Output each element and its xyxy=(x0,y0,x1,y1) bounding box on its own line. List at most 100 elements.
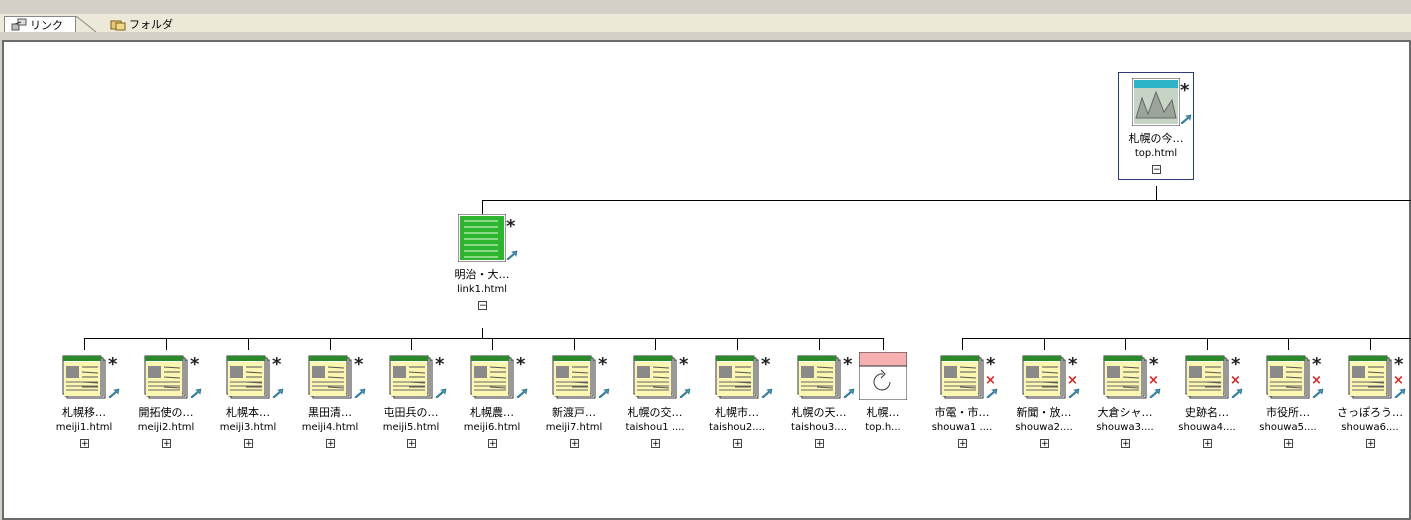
page-thumbnail-icon xyxy=(144,355,188,399)
link-arrow-icon xyxy=(1068,388,1080,398)
page-thumbnail-icon xyxy=(308,355,352,399)
expand-toggle[interactable]: + xyxy=(1366,439,1375,449)
page-thumbnail xyxy=(938,352,986,404)
connector-line xyxy=(962,338,963,350)
page-filename: shouwa3.... xyxy=(1096,422,1154,433)
page-thumbnail-icon xyxy=(1131,77,1181,127)
page-title: 札幌移… xyxy=(62,406,106,419)
modified-star-icon: * xyxy=(1312,354,1322,375)
child-page-node[interactable]: * × さっぽろう… shouwa6.... + xyxy=(1330,352,1410,456)
modified-star-icon: * xyxy=(986,354,996,375)
tab-folder[interactable]: フォルダ xyxy=(104,16,190,32)
page-filename: taishou2.... xyxy=(709,422,765,433)
expand-toggle[interactable]: + xyxy=(244,439,253,449)
section-page-node[interactable]: * 明治・大… link1.html − xyxy=(442,213,522,318)
connector-line xyxy=(482,328,483,338)
link-arrow-icon xyxy=(598,388,610,398)
child-page-node[interactable]: * × 大倉シャ… shouwa3.... + xyxy=(1085,352,1165,456)
connector-line xyxy=(1044,338,1045,350)
link-arrow-icon xyxy=(1231,388,1243,398)
page-title: 黒田清… xyxy=(308,406,352,419)
page-thumbnail xyxy=(858,351,908,404)
page-thumbnail xyxy=(550,352,598,404)
page-filename: top.h... xyxy=(865,422,901,433)
page-title: 新渡戸… xyxy=(552,406,596,419)
page-thumbnail xyxy=(457,213,507,266)
link-arrow-icon xyxy=(1394,388,1406,398)
connector-line xyxy=(819,338,820,350)
expand-toggle[interactable]: + xyxy=(733,439,742,449)
connector-line xyxy=(248,338,249,350)
child-page-node[interactable]: * × 市役所… shouwa5.... + xyxy=(1248,352,1328,456)
collapse-toggle[interactable]: − xyxy=(1152,165,1161,175)
child-page-node[interactable]: * × 市電・市… shouwa1 .... + xyxy=(922,352,1002,456)
link-arrow-icon xyxy=(190,388,202,398)
child-page-node[interactable]: * 札幌農… meiji6.html + xyxy=(452,352,532,456)
page-filename: meiji7.html xyxy=(545,422,603,433)
page-title: 開拓使の… xyxy=(138,406,194,419)
child-page-node[interactable]: * 屯田兵の… meiji5.html + xyxy=(371,352,451,456)
page-thumbnail xyxy=(60,352,108,404)
page-filename: meiji5.html xyxy=(382,422,440,433)
page-thumbnail-icon xyxy=(1103,355,1147,399)
page-thumbnail-icon xyxy=(552,355,596,399)
collapse-toggle[interactable]: − xyxy=(478,301,487,311)
modified-star-icon: * xyxy=(506,216,516,237)
child-page-node[interactable]: * 札幌移… meiji1.html + xyxy=(44,352,124,456)
link-arrow-icon xyxy=(435,388,447,398)
connector-line xyxy=(482,200,483,214)
connector-line xyxy=(330,338,331,350)
expand-toggle[interactable]: + xyxy=(1121,439,1130,449)
expand-toggle[interactable]: + xyxy=(326,439,335,449)
page-filename: shouwa4.... xyxy=(1178,422,1236,433)
expand-toggle[interactable]: + xyxy=(1203,439,1212,449)
link-icon xyxy=(11,18,27,31)
expand-toggle[interactable]: + xyxy=(570,439,579,449)
child-page-node[interactable]: * 新渡戸… meiji7.html + xyxy=(534,352,614,456)
expand-toggle[interactable]: + xyxy=(958,439,967,449)
site-map-canvas[interactable]: * 札幌の今… top.html − * 明治・大… link1.html − * 札幌移… mei… xyxy=(2,40,1411,520)
expand-toggle[interactable]: + xyxy=(80,439,89,449)
child-page-node[interactable]: * 黒田清… meiji4.html + xyxy=(290,352,370,456)
root-page-node[interactable]: * 札幌の今… top.html − xyxy=(1116,77,1196,182)
page-title: 大倉シャ… xyxy=(1097,406,1153,419)
expand-toggle[interactable]: + xyxy=(1040,439,1049,449)
modified-star-icon: * xyxy=(190,354,200,375)
broken-link-icon: × xyxy=(1393,373,1404,388)
child-page-node[interactable]: * 札幌の交… taishou1 .... + xyxy=(615,352,695,456)
page-filename: shouwa2.... xyxy=(1015,422,1073,433)
link-arrow-icon xyxy=(272,388,284,398)
page-thumbnail-icon xyxy=(1266,355,1310,399)
page-thumbnail-icon xyxy=(62,355,106,399)
page-thumbnail-icon xyxy=(1348,355,1392,399)
connector-line xyxy=(737,338,738,350)
page-thumbnail xyxy=(306,352,354,404)
connector-line xyxy=(411,338,412,350)
child-page-node[interactable]: * 札幌市… taishou2.... + xyxy=(697,352,777,456)
page-title: 札幌本… xyxy=(226,406,270,419)
expand-toggle[interactable]: + xyxy=(1284,439,1293,449)
expand-toggle[interactable]: + xyxy=(651,439,660,449)
expand-toggle[interactable]: + xyxy=(488,439,497,449)
loop-link-node[interactable]: 札幌… top.h... xyxy=(843,351,923,456)
tab-link[interactable]: リンク xyxy=(4,16,76,32)
page-title: 明治・大… xyxy=(454,268,510,281)
folder-icon xyxy=(110,20,126,30)
connector-line xyxy=(883,338,884,350)
child-page-node[interactable]: * × 史跡名… shouwa4.... + xyxy=(1167,352,1247,456)
expand-toggle[interactable]: + xyxy=(815,439,824,449)
page-thumbnail-icon xyxy=(797,355,841,399)
tab-label: フォルダ xyxy=(129,18,173,31)
modified-star-icon: * xyxy=(1231,354,1241,375)
page-thumbnail-icon xyxy=(457,213,507,263)
child-page-node[interactable]: * 開拓使の… meiji2.html + xyxy=(126,352,206,456)
page-filename: shouwa5.... xyxy=(1259,422,1317,433)
page-filename: shouwa6.... xyxy=(1341,422,1399,433)
page-thumbnail-icon xyxy=(715,355,759,399)
expand-toggle[interactable]: + xyxy=(407,439,416,449)
expand-toggle[interactable]: + xyxy=(162,439,171,449)
child-page-node[interactable]: * 札幌本… meiji3.html + xyxy=(208,352,288,456)
modified-star-icon: * xyxy=(598,354,608,375)
connector-line xyxy=(1207,338,1208,350)
child-page-node[interactable]: * × 新聞・放… shouwa2.... + xyxy=(1004,352,1084,456)
